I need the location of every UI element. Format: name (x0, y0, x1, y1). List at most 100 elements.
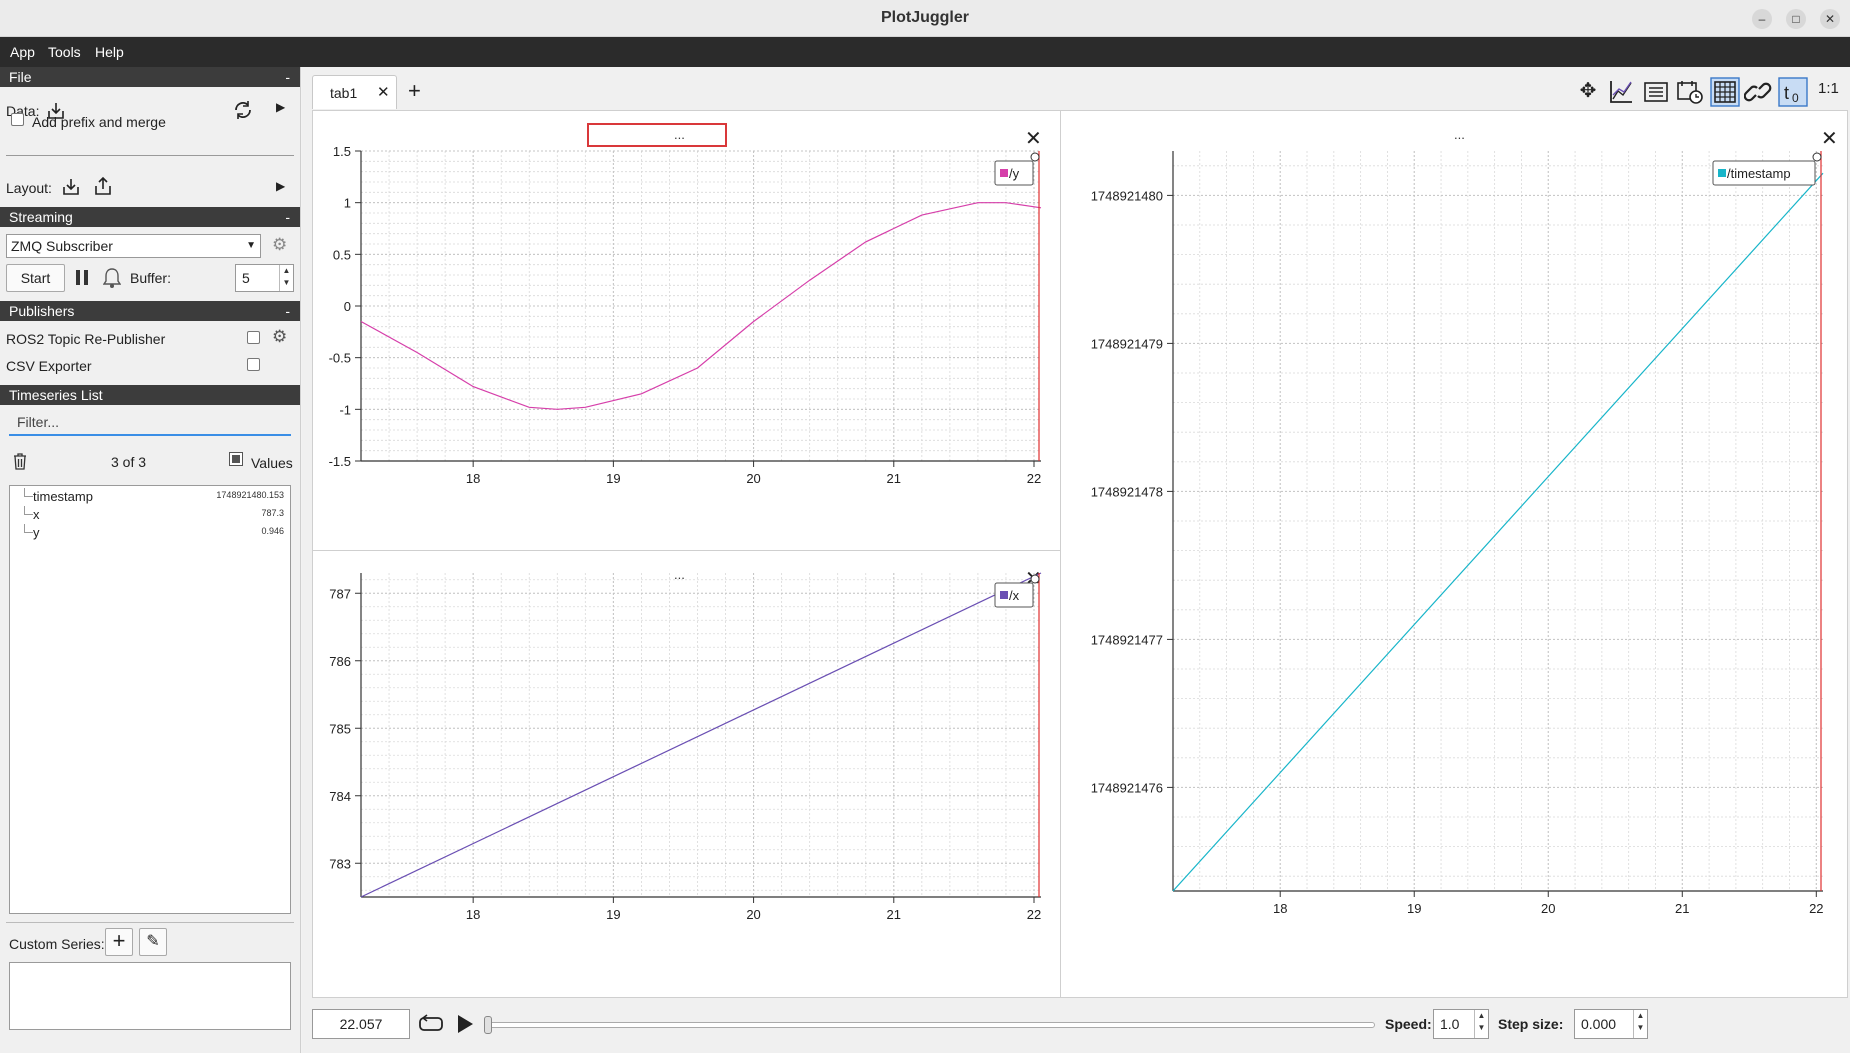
move-icon[interactable]: ✥ (1574, 77, 1602, 105)
gear-icon[interactable]: ⚙ (272, 327, 287, 347)
y-tick-label: 785 (329, 721, 351, 736)
publisher-ros2-checkbox[interactable] (247, 331, 260, 344)
layout-expand-arrow-icon[interactable]: ▶ (276, 179, 285, 193)
plot-x[interactable]: ...✕1819202122787786785784783/x (313, 551, 1051, 945)
streaming-section-header[interactable]: Streaming - (0, 207, 300, 227)
tree-branch-line (24, 506, 33, 515)
maximize-icon[interactable]: □ (1786, 9, 1806, 29)
tree-branch-line (24, 524, 33, 533)
reload-icon[interactable] (232, 99, 254, 121)
playback-bar: 22.057 Speed: 1.0 ▲ ▼ Step size: 0.000 ▲ ▼ (302, 997, 1850, 1053)
spin-arrows-icon[interactable]: ▲ ▼ (1474, 1010, 1488, 1038)
y-tick-label: 1748921478 (1091, 484, 1163, 499)
publisher-csv-checkbox[interactable] (247, 358, 260, 371)
play-icon[interactable] (456, 1014, 474, 1034)
x-tick-label: 20 (746, 907, 760, 922)
tree-row[interactable]: x 787.3 (10, 506, 290, 524)
grid-toggle-icon[interactable] (1710, 77, 1740, 107)
tab-tab1[interactable]: tab1 ✕ (312, 75, 397, 109)
loop-icon[interactable] (418, 1014, 444, 1034)
publishers-section-header[interactable]: Publishers - (0, 301, 300, 321)
legend-label: /timestamp (1727, 166, 1791, 181)
start-button[interactable]: Start (6, 264, 65, 292)
menu-help[interactable]: Help (95, 44, 124, 60)
time-offset-icon[interactable]: t 0 (1778, 77, 1808, 107)
plot-splitter[interactable] (1060, 111, 1061, 997)
x-tick-label: 21 (887, 471, 901, 486)
link-icon[interactable] (1744, 79, 1772, 105)
spin-arrows-icon[interactable]: ▲ ▼ (279, 265, 293, 291)
close-plot-icon[interactable]: ✕ (1025, 128, 1042, 150)
file-section-header[interactable]: File - (0, 67, 300, 87)
svg-text:0: 0 (1792, 91, 1799, 105)
x-tick-label: 22 (1027, 471, 1041, 486)
timeseries-section-header: Timeseries List (0, 385, 300, 405)
collapse-icon[interactable]: - (285, 207, 290, 227)
filter-input[interactable]: Filter... (9, 410, 291, 436)
add-tab-button[interactable]: + (408, 78, 421, 104)
step-size-label: Step size: (1498, 1016, 1564, 1032)
menu-tools[interactable]: Tools (48, 44, 81, 60)
time-slider[interactable] (487, 1022, 1375, 1028)
gear-icon[interactable]: ⚙ (272, 235, 287, 255)
trash-icon[interactable] (12, 452, 28, 470)
streaming-source-select[interactable]: ZMQ Subscriber ▼ (6, 234, 261, 258)
tree-row[interactable]: y 0.946 (10, 524, 290, 542)
left-panel: File - Data: ▶ Add prefix and merge Layo… (0, 67, 301, 1053)
bell-icon[interactable] (103, 267, 121, 289)
load-layout-icon[interactable] (61, 177, 81, 197)
legend-list-icon[interactable] (1643, 79, 1669, 105)
menu-app[interactable]: App (10, 44, 35, 60)
x-tick-label: 22 (1027, 907, 1041, 922)
menubar: App Tools Help (0, 37, 1850, 67)
legend-swatch (1000, 169, 1008, 177)
values-label: Values (251, 455, 293, 471)
zoom-out-chart-icon[interactable] (1608, 79, 1634, 105)
add-prefix-checkbox[interactable] (11, 113, 24, 126)
close-window-icon[interactable]: ✕ (1820, 9, 1840, 29)
buffer-spinbox[interactable]: 5 ▲ ▼ (235, 264, 294, 292)
plot-splitter[interactable] (313, 550, 1060, 551)
save-layout-icon[interactable] (93, 175, 113, 197)
add-custom-series-icon[interactable]: + (105, 928, 133, 956)
tab-label: tab1 (330, 85, 358, 101)
minimize-icon[interactable]: – (1752, 9, 1772, 29)
y-tick-label: 1748921479 (1091, 336, 1163, 351)
file-header-label: File (9, 69, 32, 85)
tree-branch-line (24, 488, 33, 497)
ratio-button[interactable]: 1:1 (1818, 80, 1839, 97)
x-tick-label: 18 (466, 471, 480, 486)
edit-custom-series-icon[interactable]: ✎ (139, 928, 167, 956)
current-time-value: 22.057 (339, 1016, 383, 1032)
spin-arrows-icon[interactable]: ▲ ▼ (1633, 1010, 1647, 1038)
series-count: 3 of 3 (111, 454, 147, 470)
pause-icon[interactable] (76, 270, 88, 285)
speed-spinbox[interactable]: 1.0 ▲ ▼ (1433, 1009, 1489, 1039)
plot-title: ... (674, 567, 685, 582)
collapse-icon[interactable]: - (285, 67, 290, 87)
data-expand-arrow-icon[interactable]: ▶ (276, 100, 285, 114)
speed-label: Speed: (1385, 1016, 1432, 1032)
plot-y[interactable]: ... ✕18 19 20 21 221.510.50-0.5-1-1.5/y (313, 111, 1051, 509)
legend-label: /x (1009, 588, 1020, 603)
current-time-field[interactable]: 22.057 (312, 1009, 410, 1039)
custom-series-list[interactable] (9, 962, 291, 1030)
plot-timestamp[interactable]: ... ✕ 18 19 20 21 22 1748921480 1748921479 174892… (1077, 111, 1847, 945)
tree-row[interactable]: timestamp 1748921480.153 (10, 488, 290, 506)
x-tick-label: 22 (1809, 901, 1823, 916)
step-size-value: 0.000 (1581, 1016, 1617, 1032)
plot-title-edit-box[interactable] (587, 123, 727, 147)
y-tick-label: 783 (329, 856, 351, 871)
y-tick-label: 787 (329, 586, 351, 601)
streaming-source-value: ZMQ Subscriber (11, 238, 113, 254)
publisher-ros2-label: ROS2 Topic Re-Publisher (6, 331, 166, 347)
slider-handle[interactable] (484, 1016, 492, 1034)
collapse-icon[interactable]: - (285, 301, 290, 321)
close-tab-icon[interactable]: ✕ (377, 83, 390, 101)
close-plot-icon[interactable]: ✕ (1821, 128, 1838, 150)
time-tracker-icon[interactable] (1676, 79, 1704, 105)
y-tick-label: 1748921477 (1091, 632, 1163, 647)
values-checkbox[interactable] (229, 452, 243, 466)
step-size-spinbox[interactable]: 0.000 ▲ ▼ (1574, 1009, 1648, 1039)
legend-handle (1030, 574, 1040, 584)
